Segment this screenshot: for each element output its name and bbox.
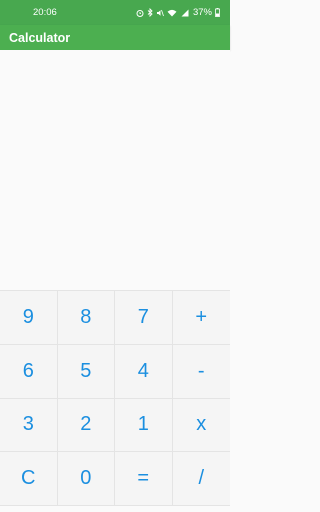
key-5-button[interactable]: 5 [57, 344, 115, 399]
battery-icon [215, 8, 220, 17]
key-8-button[interactable]: 8 [57, 291, 115, 345]
bluetooth-icon [147, 8, 153, 17]
app-title: Calculator [9, 30, 71, 45]
signal-icon [180, 9, 189, 17]
status-bar: 20:06 37% [0, 0, 230, 25]
status-time: 20:06 [33, 7, 57, 18]
key-0-button[interactable]: 0 [57, 452, 115, 506]
bottom-strip [0, 506, 230, 512]
key-subtract-button[interactable]: - [172, 344, 230, 399]
key-add-button[interactable]: + [172, 291, 230, 345]
key-7-button[interactable]: 7 [115, 291, 173, 345]
alarm-icon [136, 9, 144, 17]
mute-icon [156, 9, 164, 17]
key-2-button[interactable]: 2 [57, 398, 115, 453]
wifi-icon [167, 9, 177, 17]
key-1-button[interactable]: 1 [115, 398, 173, 453]
key-divide-button[interactable]: / [172, 452, 230, 506]
key-6-button[interactable]: 6 [0, 344, 58, 399]
key-multiply-button[interactable]: x [172, 398, 230, 453]
keypad: 9 8 7 +6 5 4- 3 2 1 x C 0 = / [0, 290, 230, 506]
key-equals-button[interactable]: = [115, 452, 173, 506]
key-9-button[interactable]: 9 [0, 291, 58, 345]
key-clear-button[interactable]: C [0, 452, 58, 506]
key-4-button[interactable]: 4 [115, 344, 173, 399]
app-bar: Calculator [0, 25, 230, 50]
status-icons: 37% [136, 7, 220, 18]
calculator-display [0, 50, 230, 290]
key-3-button[interactable]: 3 [0, 398, 58, 453]
battery-percent: 37% [192, 7, 212, 18]
